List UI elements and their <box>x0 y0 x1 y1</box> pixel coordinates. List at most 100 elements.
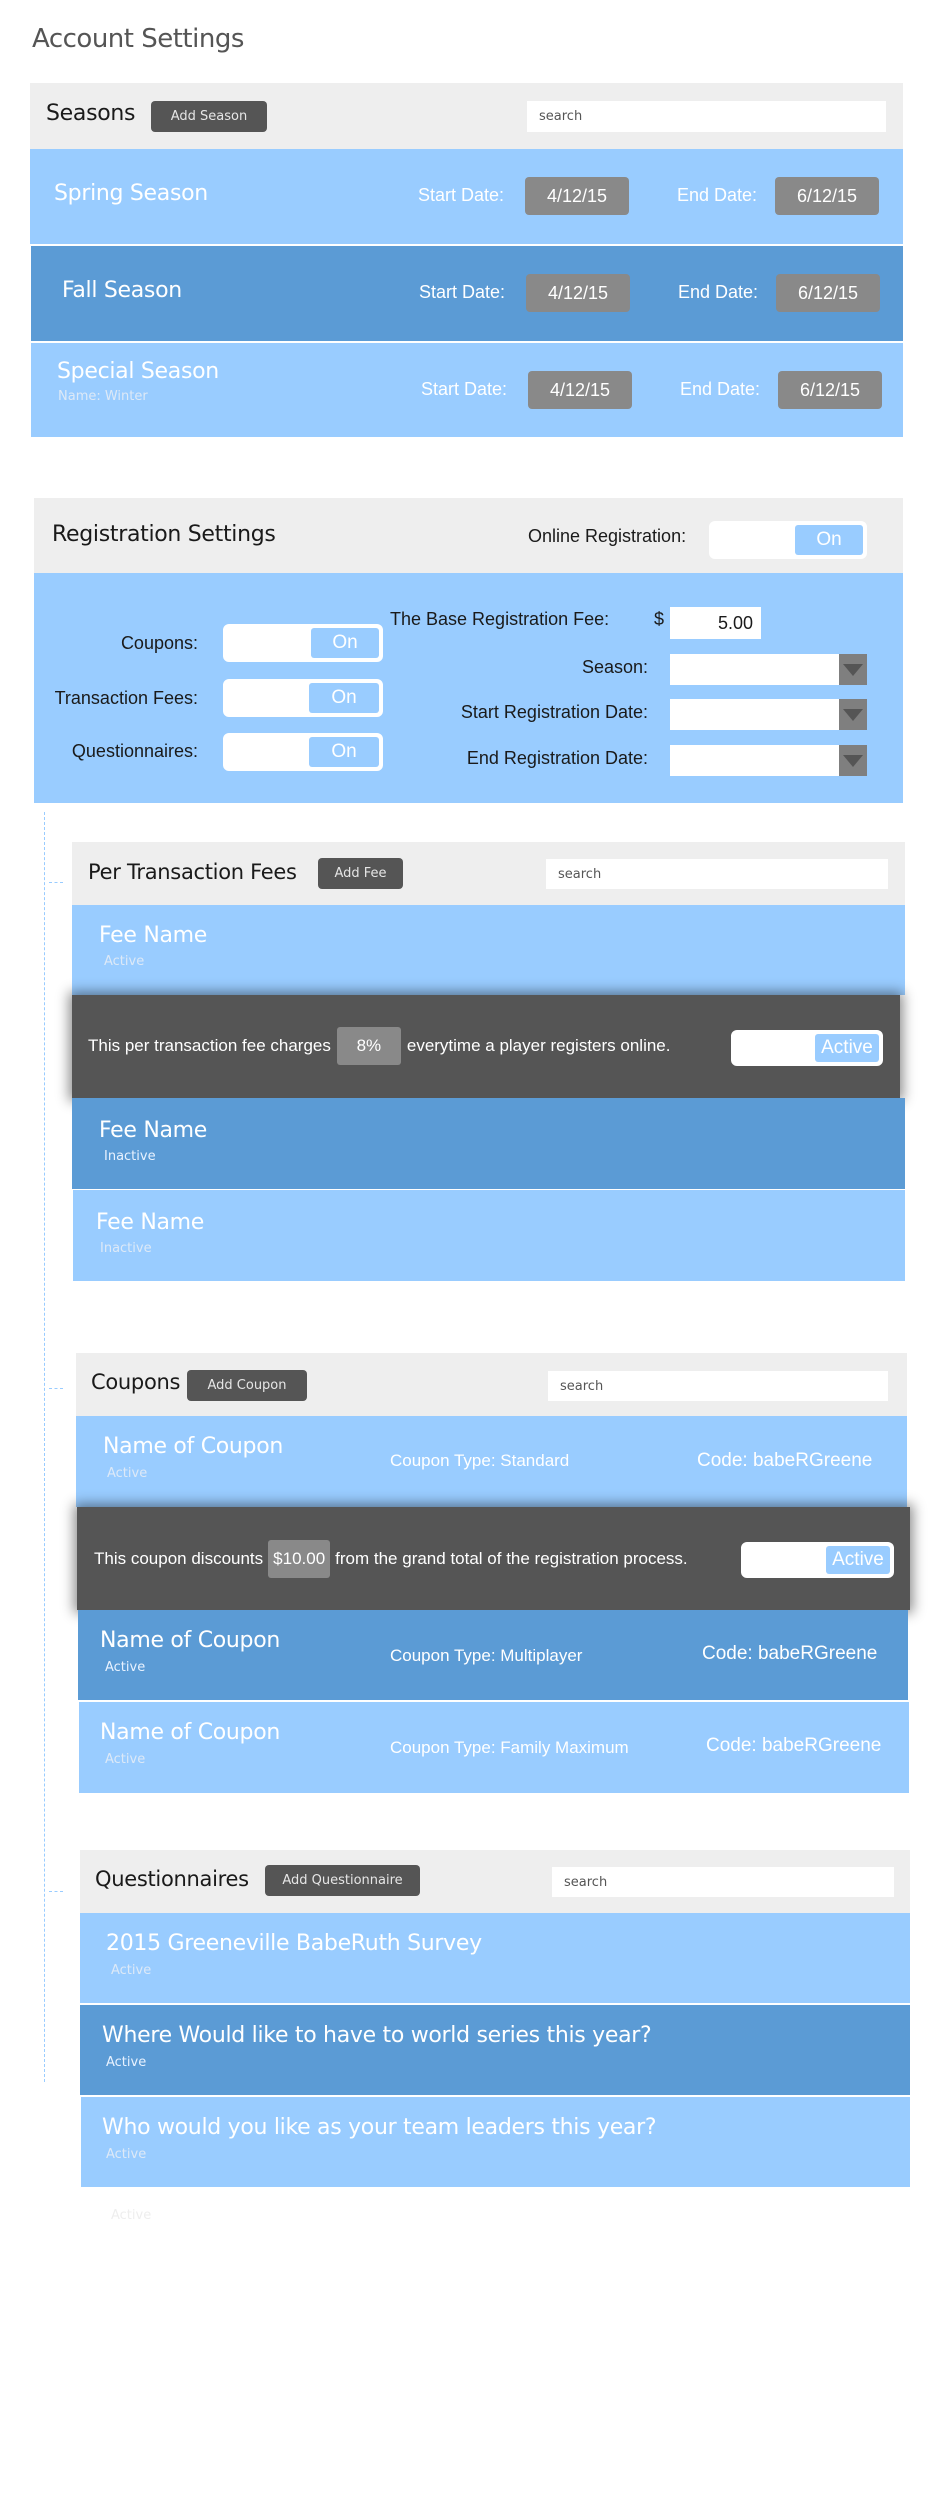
fees-header: Per Transaction Fees Add Fee <box>72 842 905 905</box>
fee-detail-suffix: everytime a player registers online. <box>406 1036 671 1055</box>
coupon-code: Code: babeRGreene <box>697 1450 873 1471</box>
questionnaire-name: 2015 Greeneville BabeRuth Survey <box>106 1931 482 1956</box>
toggle-knob: On <box>309 737 379 767</box>
coupon-status: Active <box>105 1660 146 1675</box>
season-row[interactable]: Spring Season Start Date: 4/12/15 End Da… <box>30 149 903 244</box>
end-date-field[interactable]: 6/12/15 <box>775 177 879 215</box>
seasons-search-input[interactable] <box>527 101 886 132</box>
season-name: Spring Season <box>54 181 208 206</box>
questionnaire-status: Active <box>106 2147 147 2162</box>
questionnaire-row[interactable]: Where Would like to have to world series… <box>80 2005 910 2095</box>
connector-branch-fees <box>49 882 63 883</box>
fee-status: Inactive <box>104 1149 156 1164</box>
fee-row[interactable]: Fee Name Inactive <box>72 1098 905 1189</box>
start-date-field[interactable]: 4/12/15 <box>526 274 630 312</box>
start-date-field[interactable]: 4/12/15 <box>525 177 629 215</box>
fee-row[interactable]: Fee Name Inactive <box>73 1190 905 1281</box>
season-dropdown-label: Season: <box>581 657 648 677</box>
coupons-title: Coupons <box>91 1370 181 1394</box>
start-date-field[interactable]: 4/12/15 <box>528 371 632 409</box>
coupon-status: Active <box>105 1752 146 1767</box>
end-date-label: End Date: <box>677 185 758 205</box>
start-registration-date-dropdown[interactable] <box>670 699 867 730</box>
end-date-field[interactable]: 6/12/15 <box>776 274 880 312</box>
start-date-label: Start Date: <box>421 379 508 399</box>
toggle-knob: Active <box>826 1546 890 1574</box>
coupons-toggle[interactable]: On <box>223 624 383 662</box>
questionnaire-name: Who would you like as your team leaders … <box>102 2115 657 2140</box>
coupon-type: Coupon Type: Family Maximum <box>390 1738 629 1757</box>
coupon-name: Name of Coupon <box>100 1628 281 1653</box>
coupon-row[interactable]: Name of Coupon Active Coupon Type: Stand… <box>76 1416 907 1507</box>
connector-branch-coupons <box>49 1388 63 1389</box>
coupons-search-input[interactable] <box>548 1371 888 1401</box>
coupons-toggle-label: Coupons: <box>120 633 198 653</box>
toggle-knob: On <box>795 525 863 555</box>
registration-body: Coupons: On Transaction Fees: On Questio… <box>34 573 903 803</box>
connector-branch-questionnaires <box>49 1891 63 1892</box>
coupon-detail-prefix: This coupon discounts <box>94 1549 264 1568</box>
fee-name: Fee Name <box>99 923 208 948</box>
toggle-knob: Active <box>815 1034 879 1062</box>
end-date-field[interactable]: 6/12/15 <box>778 371 882 409</box>
online-registration-toggle[interactable]: On <box>709 521 867 559</box>
end-date-label: End Date: <box>680 379 761 399</box>
chevron-down-icon <box>843 708 863 721</box>
end-registration-date-dropdown[interactable] <box>670 745 867 776</box>
connector-line <box>44 812 45 2082</box>
base-fee-label: The Base Registration Fee: <box>390 609 610 629</box>
coupon-amount-field[interactable]: $10.00 <box>268 1540 331 1578</box>
toggle-knob: On <box>311 628 379 658</box>
fee-active-toggle[interactable]: Active <box>731 1030 883 1066</box>
ghost-status-label: Active <box>111 2208 152 2223</box>
fee-name: Fee Name <box>96 1210 205 1235</box>
season-name: Fall Season <box>62 278 182 303</box>
questionnaires-search-input[interactable] <box>552 1867 894 1897</box>
fee-detail-popover: This per transaction fee charges 8% ever… <box>72 995 900 1098</box>
season-dropdown[interactable] <box>670 654 867 685</box>
transaction-fees-toggle[interactable]: On <box>223 679 383 717</box>
dropdown-arrow[interactable] <box>839 654 867 685</box>
questionnaire-status: Active <box>106 2055 147 2070</box>
dropdown-arrow[interactable] <box>839 745 867 776</box>
chevron-down-icon <box>843 754 863 767</box>
season-subtitle: Name: Winter <box>58 389 148 404</box>
coupon-code: Code: babeRGreene <box>706 1735 882 1756</box>
questionnaires-toggle[interactable]: On <box>223 733 383 771</box>
season-row[interactable]: Fall Season Start Date: 4/12/15 End Date… <box>31 246 903 341</box>
transaction-fees-toggle-label: Transaction Fees: <box>54 688 198 708</box>
add-fee-button[interactable]: Add Fee <box>318 858 403 889</box>
add-coupon-button[interactable]: Add Coupon <box>187 1370 307 1401</box>
coupon-row[interactable]: Name of Coupon Active Coupon Type: Multi… <box>78 1610 908 1700</box>
fee-row[interactable]: Fee Name Active <box>72 905 905 995</box>
fee-percentage-field[interactable]: 8% <box>336 1027 401 1065</box>
fees-search-input[interactable] <box>546 859 888 889</box>
coupon-active-toggle[interactable]: Active <box>741 1542 894 1578</box>
chevron-down-icon <box>843 663 863 676</box>
coupons-header: Coupons Add Coupon <box>76 1353 907 1416</box>
questionnaire-row[interactable]: Who would you like as your team leaders … <box>81 2097 910 2187</box>
coupon-detail-suffix: from the grand total of the registration… <box>335 1549 688 1568</box>
fee-status: Active <box>104 954 145 969</box>
currency-symbol: $ <box>654 609 665 629</box>
base-fee-input[interactable]: 5.00 <box>670 607 761 639</box>
season-row[interactable]: Special Season Name: Winter Start Date: … <box>31 343 903 437</box>
coupon-name: Name of Coupon <box>100 1720 281 1745</box>
coupon-row[interactable]: Name of Coupon Active Coupon Type: Famil… <box>79 1702 909 1793</box>
coupon-status: Active <box>107 1466 148 1481</box>
add-questionnaire-button[interactable]: Add Questionnaire <box>265 1865 420 1896</box>
coupon-code: Code: babeRGreene <box>702 1643 878 1664</box>
add-season-button[interactable]: Add Season <box>151 101 267 132</box>
coupon-type: Coupon Type: Standard <box>390 1451 570 1470</box>
start-date-label: Start Date: <box>418 185 505 205</box>
dropdown-arrow[interactable] <box>839 699 867 730</box>
start-registration-date-label: Start Registration Date: <box>460 702 648 722</box>
questionnaire-row[interactable]: 2015 Greeneville BabeRuth Survey Active <box>80 1913 910 2003</box>
coupon-name: Name of Coupon <box>103 1434 284 1459</box>
toggle-knob: On <box>309 683 379 713</box>
start-date-label: Start Date: <box>419 282 506 302</box>
coupon-type: Coupon Type: Multiplayer <box>390 1646 583 1665</box>
seasons-title: Seasons <box>46 101 136 126</box>
seasons-header: Seasons Add Season <box>30 83 903 149</box>
coupon-detail-popover: This coupon discounts $10.00 from the gr… <box>77 1507 910 1610</box>
